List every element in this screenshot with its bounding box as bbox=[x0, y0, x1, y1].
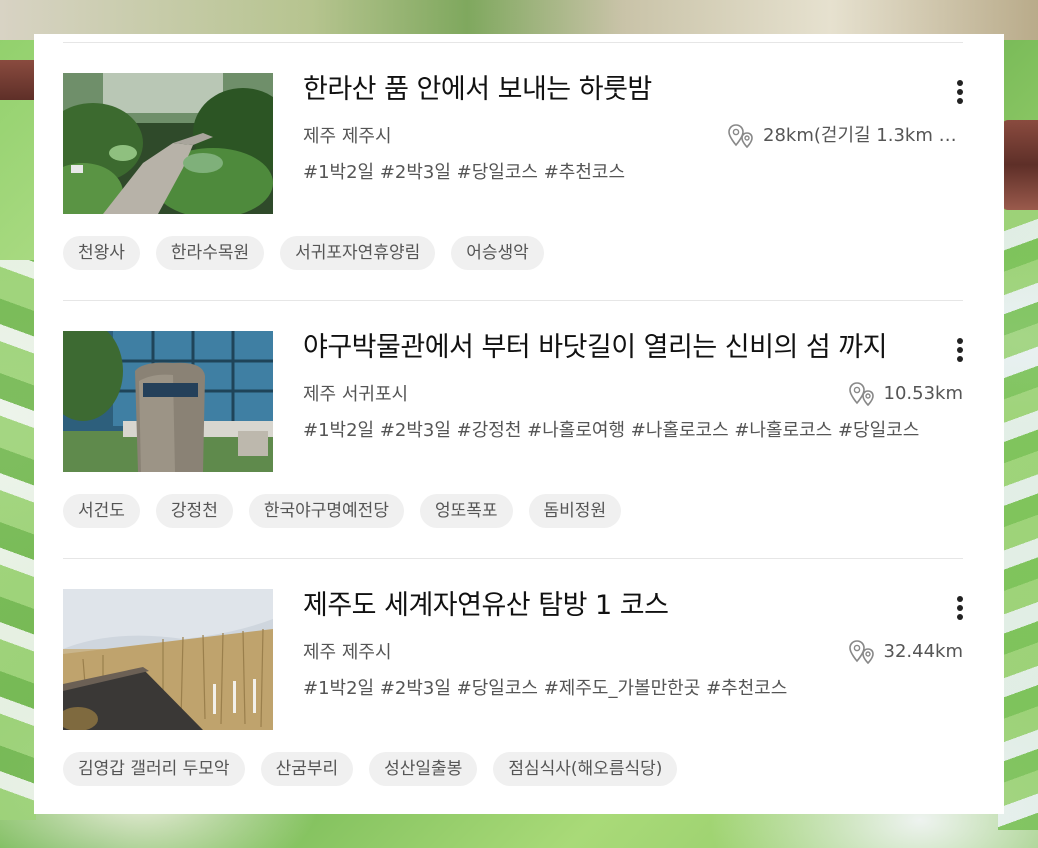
course-region: 제주 제주시 bbox=[303, 126, 392, 147]
divider bbox=[63, 558, 963, 559]
place-chip[interactable]: 성산일출봉 bbox=[369, 752, 478, 786]
place-chip[interactable]: 한라수목원 bbox=[155, 236, 265, 270]
map-pin-icon bbox=[848, 381, 878, 407]
course-card[interactable]: 제주도 세계자연유산 탐방 1 코스 제주 제주시 32.44km #1박2일 … bbox=[63, 589, 963, 789]
more-options-button[interactable] bbox=[945, 593, 975, 623]
course-title[interactable]: 제주도 세계자연유산 탐방 1 코스 bbox=[303, 589, 928, 623]
place-chip[interactable]: 서건도 bbox=[63, 494, 140, 528]
place-chip[interactable]: 한국야구명예전당 bbox=[248, 494, 404, 528]
more-options-button[interactable] bbox=[945, 77, 975, 107]
place-chip[interactable]: 김영갑 갤러리 두모악 bbox=[63, 752, 245, 786]
course-distance: 10.53km bbox=[848, 381, 964, 407]
more-vertical-icon bbox=[957, 596, 963, 620]
garden-path-image bbox=[63, 73, 273, 214]
place-chip-list: 천왕사 한라수목원 서귀포자연휴양림 어승생악 bbox=[63, 236, 544, 270]
course-card[interactable]: 야구박물관에서 부터 바닷길이 열리는 신비의 섬 까지 제주 서귀포시 10.… bbox=[63, 331, 963, 531]
course-hashtags: #1박2일 #2박3일 #강정천 #나홀로여행 #나홀로코스 #나홀로코스 #당… bbox=[303, 420, 920, 441]
place-chip[interactable]: 서귀포자연휴양림 bbox=[280, 236, 436, 270]
course-thumbnail[interactable] bbox=[63, 73, 273, 214]
course-distance: 32.44km bbox=[848, 639, 964, 665]
divider bbox=[63, 300, 963, 301]
background-pattern-left bbox=[0, 260, 36, 820]
place-chip-list: 김영갑 갤러리 두모악 산굼부리 성산일출봉 점심식사(해오름식당) bbox=[63, 752, 678, 786]
more-vertical-icon bbox=[957, 338, 963, 362]
distance-text: 28km(걷기길 1.3km 포함) bbox=[763, 125, 963, 146]
background-rail bbox=[1002, 120, 1038, 210]
course-list-panel: 한라산 품 안에서 보내는 하룻밤 제주 제주시 28km(걷기길 1.3km … bbox=[34, 34, 1004, 814]
course-region: 제주 제주시 bbox=[303, 642, 392, 663]
course-hashtags: #1박2일 #2박3일 #당일코스 #제주도_가볼만한곳 #추천코스 bbox=[303, 678, 788, 699]
reed-field-image bbox=[63, 589, 273, 730]
map-pin-icon bbox=[848, 639, 878, 665]
course-card[interactable]: 한라산 품 안에서 보내는 하룻밤 제주 제주시 28km(걷기길 1.3km … bbox=[63, 73, 963, 273]
museum-stone-image bbox=[63, 331, 273, 472]
place-chip[interactable]: 엉또폭포 bbox=[419, 494, 513, 528]
course-hashtags: #1박2일 #2박3일 #당일코스 #추천코스 bbox=[303, 162, 626, 183]
background-pattern-right bbox=[998, 210, 1038, 830]
course-title[interactable]: 한라산 품 안에서 보내는 하룻밤 bbox=[303, 73, 928, 107]
place-chip-list: 서건도 강정천 한국야구명예전당 엉또폭포 돔비정원 bbox=[63, 494, 622, 528]
divider bbox=[63, 42, 963, 43]
course-distance: 28km(걷기길 1.3km 포함) bbox=[727, 123, 963, 149]
course-thumbnail[interactable] bbox=[63, 589, 273, 730]
place-chip[interactable]: 점심식사(해오름식당) bbox=[493, 752, 678, 786]
distance-text: 10.53km bbox=[883, 383, 964, 404]
place-chip[interactable]: 천왕사 bbox=[63, 236, 140, 270]
distance-text: 32.44km bbox=[883, 641, 964, 662]
place-chip[interactable]: 강정천 bbox=[155, 494, 233, 528]
place-chip[interactable]: 돔비정원 bbox=[528, 494, 622, 528]
place-chip[interactable]: 산굼부리 bbox=[260, 752, 354, 786]
course-thumbnail[interactable] bbox=[63, 331, 273, 472]
more-vertical-icon bbox=[957, 80, 963, 104]
course-region: 제주 서귀포시 bbox=[303, 384, 409, 405]
map-pin-icon bbox=[727, 123, 757, 149]
place-chip[interactable]: 어승생악 bbox=[451, 236, 544, 270]
more-options-button[interactable] bbox=[945, 335, 975, 365]
course-title[interactable]: 야구박물관에서 부터 바닷길이 열리는 신비의 섬 까지 bbox=[303, 331, 928, 365]
